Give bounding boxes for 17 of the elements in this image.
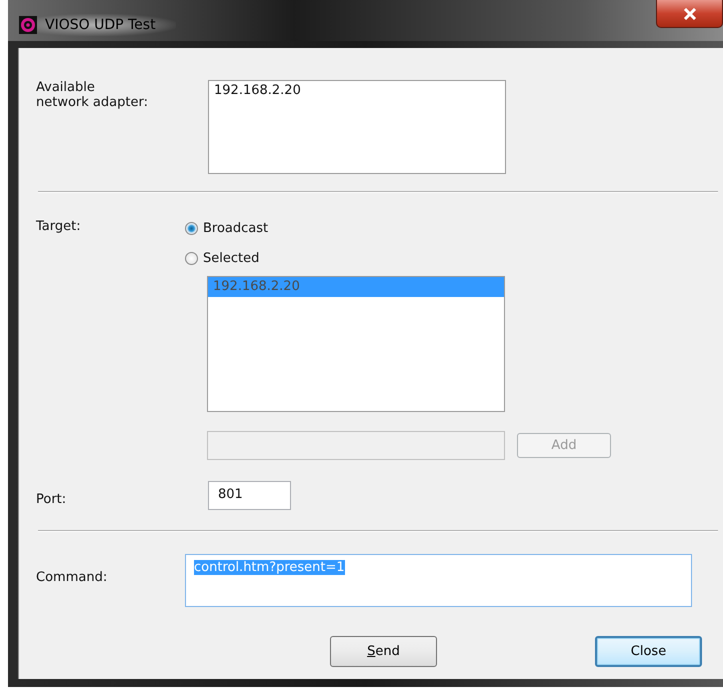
port-field[interactable]: 801 <box>208 481 291 510</box>
radio-button[interactable] <box>185 252 198 264</box>
send-button[interactable]: Send <box>330 636 437 667</box>
app-logo-icon <box>19 16 37 34</box>
close-icon <box>682 8 696 20</box>
adapter-list[interactable]: 192.168.2.20 <box>208 80 506 174</box>
close-button[interactable]: Close <box>595 636 702 667</box>
radio-label[interactable]: Broadcast <box>203 220 268 236</box>
list-item[interactable]: 192.168.2.20 <box>209 81 505 101</box>
window-title: VIOSO UDP Test <box>45 17 156 33</box>
field-label: Port: <box>35 491 68 507</box>
field-label: Command: <box>35 569 108 587</box>
close-button[interactable] <box>656 0 723 28</box>
field-label: Target: <box>35 218 82 236</box>
radio-button[interactable] <box>185 222 198 234</box>
radio-label[interactable]: Selected <box>203 250 260 266</box>
field-label: Available network adapter: <box>35 80 149 112</box>
